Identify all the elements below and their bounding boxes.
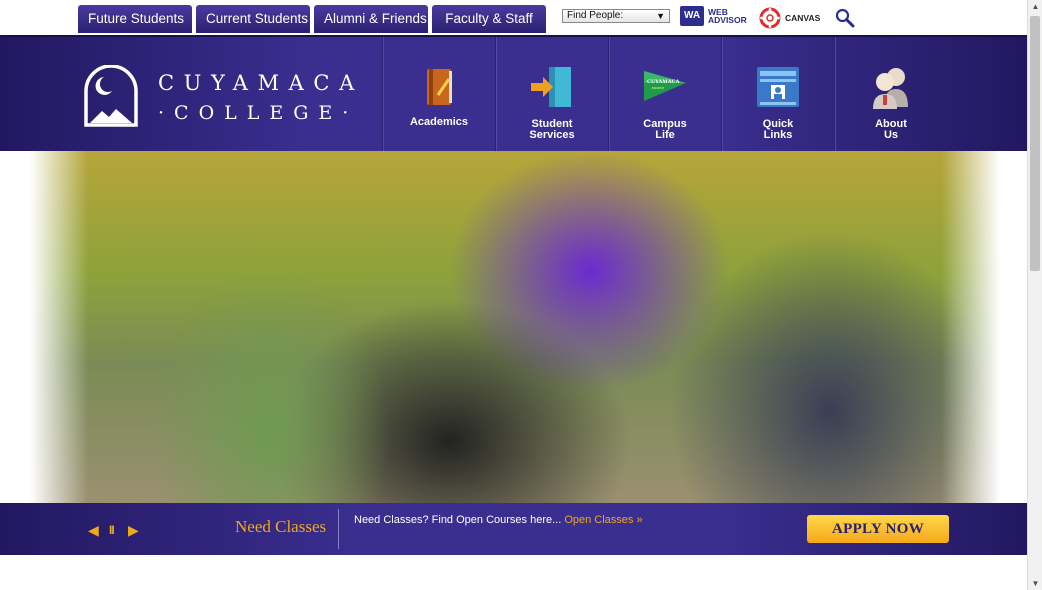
audience-tabs: Future Students Current Students Alumni … <box>78 5 546 33</box>
web-advisor-icon: WA <box>680 6 704 26</box>
pennant-text: CUYAMACA <box>647 79 680 85</box>
canvas-label: CANVAS <box>785 13 821 23</box>
scroll-down-icon[interactable]: ▼ <box>1028 579 1042 588</box>
nav-quick-links-label: Quick Links <box>722 119 834 141</box>
quick-links-window-icon <box>757 67 799 107</box>
nav-campus-life[interactable]: CUYAMACA FRONT Campus Life <box>608 37 721 153</box>
nav-academics-label: Academics <box>409 116 469 128</box>
tab-faculty-staff[interactable]: Faculty & Staff <box>432 5 546 33</box>
college-logo[interactable]: CUYAMACA ·COLLEGE· <box>82 65 362 127</box>
canvas-link[interactable]: CANVAS <box>759 7 820 29</box>
nav-campus-life-line2: Life <box>655 129 675 141</box>
banner-title: Need Classes <box>235 517 327 536</box>
logo-mark-icon <box>84 65 138 127</box>
top-bar: Future Students Current Students Alumni … <box>0 0 1027 35</box>
people-icon <box>873 68 908 109</box>
banner-text: Need Classes? Find Open Courses here... … <box>354 514 643 526</box>
next-arrow-icon[interactable]: ▶ <box>128 522 139 539</box>
nav-student-services-line2: Services <box>529 129 575 141</box>
banner-description: Need Classes? Find Open Courses here... <box>354 514 565 526</box>
hero-slideshow <box>0 151 1027 503</box>
apply-now-button[interactable]: APPLY NOW <box>807 515 949 543</box>
nav-academics[interactable]: Academics <box>382 37 495 153</box>
canvas-icon <box>759 7 781 29</box>
tab-current-students[interactable]: Current Students <box>196 5 310 33</box>
nav-about-us-line2: Us <box>883 129 899 141</box>
tab-alumni-friends[interactable]: Alumni & Friends <box>314 5 428 33</box>
scroll-up-icon[interactable]: ▲ <box>1028 2 1042 11</box>
slideshow-banner: ◀ II ▶ Need Classes Need Classes? Find O… <box>0 503 1027 555</box>
door-arrow-icon <box>531 67 571 107</box>
hero-photo[interactable] <box>30 151 1000 503</box>
pause-icon[interactable]: II <box>109 523 115 537</box>
search-icon[interactable] <box>835 8 855 28</box>
nav-quick-links[interactable]: Quick Links <box>721 37 834 153</box>
page: Future Students Current Students Alumni … <box>0 0 1042 590</box>
book-pencil-icon <box>427 69 452 105</box>
tab-future-students[interactable]: Future Students <box>78 5 192 33</box>
logo-name: CUYAMACA <box>158 71 364 95</box>
web-advisor-label: WEB ADVISOR <box>708 8 747 25</box>
chevron-down-icon: ▼ <box>656 11 665 21</box>
nav-about-us-label: About Us <box>835 119 947 141</box>
main-nav: Academics Student Services CUYAMACA FRON… <box>382 37 947 153</box>
pennant-subtext: FRONT <box>652 86 665 90</box>
find-people-selected: Find People: <box>567 10 624 21</box>
nav-about-us[interactable]: About Us <box>834 37 947 153</box>
banner-divider <box>338 509 339 549</box>
find-people-select[interactable]: Find People: ▼ <box>562 9 670 23</box>
web-advisor-link[interactable]: WA WEB ADVISOR <box>680 6 747 26</box>
vertical-scrollbar[interactable]: ▲ ▼ <box>1027 0 1042 590</box>
logo-college: ·COLLEGE· <box>158 102 359 124</box>
nav-quick-links-line2: Links <box>763 129 793 141</box>
open-classes-link[interactable]: Open Classes » <box>564 514 642 526</box>
web-advisor-line2: ADVISOR <box>708 15 747 25</box>
site-header: CUYAMACA ·COLLEGE· Academics Student Ser… <box>0 35 1027 153</box>
nav-student-services-label: Student Services <box>496 119 608 141</box>
scrollbar-thumb[interactable] <box>1030 16 1040 271</box>
pennant-flag-icon: CUYAMACA FRONT <box>644 71 686 101</box>
nav-campus-life-label: Campus Life <box>609 119 721 141</box>
previous-arrow-icon[interactable]: ◀ <box>88 522 99 539</box>
nav-student-services[interactable]: Student Services <box>495 37 608 153</box>
